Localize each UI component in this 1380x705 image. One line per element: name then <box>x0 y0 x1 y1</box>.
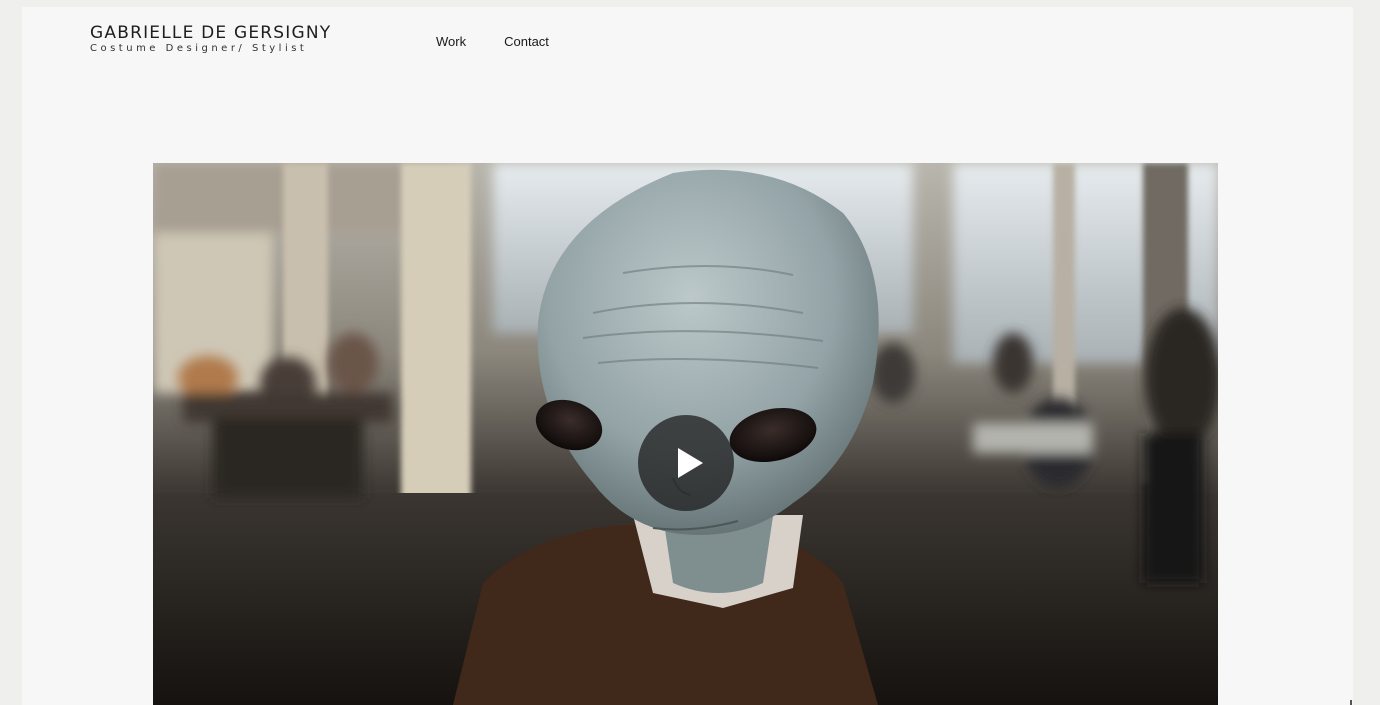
video-player[interactable] <box>153 163 1218 705</box>
play-button[interactable] <box>638 415 734 511</box>
site-branding[interactable]: GABRIELLE DE GERSIGNY Costume Designer/ … <box>90 23 331 55</box>
site-subtitle: Costume Designer/ Stylist <box>90 43 308 54</box>
nav-link-work[interactable]: Work <box>436 34 466 50</box>
main-nav: Work Contact <box>436 34 587 50</box>
page: GABRIELLE DE GERSIGNY Costume Designer/ … <box>22 7 1353 705</box>
site-title[interactable]: GABRIELLE DE GERSIGNY <box>90 23 331 43</box>
resize-grip <box>1350 700 1352 705</box>
play-icon <box>678 448 703 478</box>
nav-link-contact[interactable]: Contact <box>504 34 549 50</box>
